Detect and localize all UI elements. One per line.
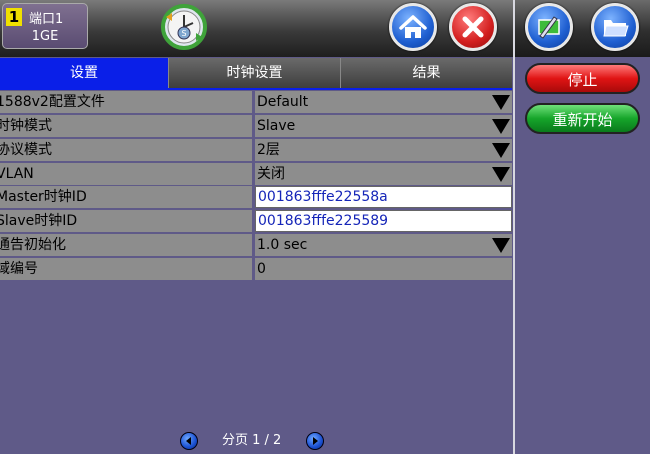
domain-number-field[interactable]: 0: [255, 258, 512, 280]
setting-row-protocol-mode: 协议模式 2层: [0, 139, 512, 161]
setting-label: 通告初始化: [0, 234, 252, 256]
setting-value: Default: [257, 94, 309, 110]
clock-sync-icon[interactable]: S: [160, 3, 208, 51]
stop-button[interactable]: 停止: [525, 63, 640, 94]
setting-value: 2层: [257, 142, 280, 158]
close-button[interactable]: [449, 3, 497, 51]
profile-dropdown[interactable]: Default: [255, 91, 512, 113]
folder-button[interactable]: [591, 3, 639, 51]
setting-row-profile: 1588v2配置文件 Default: [0, 91, 512, 113]
setting-value: 1.0 sec: [257, 237, 308, 253]
tab-settings[interactable]: 设置: [0, 58, 168, 88]
next-page-button[interactable]: [306, 432, 324, 450]
announce-interval-dropdown[interactable]: 1.0 sec: [255, 234, 512, 256]
setting-row-slave-clock-id: Slave时钟ID 001863fffe225589: [0, 210, 512, 232]
tab-results[interactable]: 结果: [340, 58, 512, 88]
page-indicator: 分页 1 / 2: [222, 433, 282, 448]
tab-bar: 设置 时钟设置 结果: [0, 58, 512, 88]
dropdown-arrow-icon: [492, 238, 510, 253]
folder-icon: [603, 20, 629, 37]
slave-clock-id-field[interactable]: 001863fffe225589: [255, 210, 512, 232]
setting-label: Slave时钟ID: [0, 210, 252, 232]
setting-label: 1588v2配置文件: [0, 91, 252, 113]
home-icon: [399, 15, 427, 38]
tab-underline: [0, 88, 512, 90]
panel-divider: [513, 0, 515, 454]
port-number-badge: 1: [6, 8, 22, 26]
tools-button[interactable]: [525, 3, 573, 51]
arrow-left-icon: [186, 437, 191, 445]
setting-label: 时钟模式: [0, 115, 252, 137]
port-label: 端口1: [29, 12, 64, 27]
svg-text:S: S: [181, 29, 186, 38]
master-clock-id-field[interactable]: 001863fffe22558a: [255, 186, 512, 208]
clock-mode-dropdown[interactable]: Slave: [255, 115, 512, 137]
setting-label: VLAN: [0, 163, 252, 185]
setting-row-master-clock-id: Master时钟ID 001863fffe22558a: [0, 186, 512, 208]
setting-row-clock-mode: 时钟模式 Slave: [0, 115, 512, 137]
dropdown-arrow-icon: [492, 95, 510, 110]
dropdown-arrow-icon: [492, 143, 510, 158]
close-icon: [462, 16, 484, 38]
prev-page-button[interactable]: [180, 432, 198, 450]
port-selector[interactable]: 1 端口1 1GE: [2, 3, 88, 49]
setting-value: Slave: [257, 118, 296, 134]
dropdown-arrow-icon: [492, 167, 510, 182]
setting-label: 域编号: [0, 258, 252, 280]
port-speed: 1GE: [31, 29, 59, 44]
home-button[interactable]: [389, 3, 437, 51]
dropdown-arrow-icon: [492, 119, 510, 134]
setting-label: 协议模式: [0, 139, 252, 161]
setting-row-vlan: VLAN 关闭: [0, 163, 512, 185]
setting-value: 关闭: [257, 166, 285, 182]
restart-button[interactable]: 重新开始: [525, 103, 640, 134]
setting-row-domain-number: 域编号 0: [0, 258, 512, 280]
setting-label: Master时钟ID: [0, 186, 252, 208]
tools-icon: [538, 16, 560, 39]
tab-clock-settings[interactable]: 时钟设置: [168, 58, 340, 88]
vlan-dropdown[interactable]: 关闭: [255, 163, 512, 185]
setting-row-announce-interval: 通告初始化 1.0 sec: [0, 234, 512, 256]
arrow-right-icon: [313, 437, 318, 445]
protocol-mode-dropdown[interactable]: 2层: [255, 139, 512, 161]
